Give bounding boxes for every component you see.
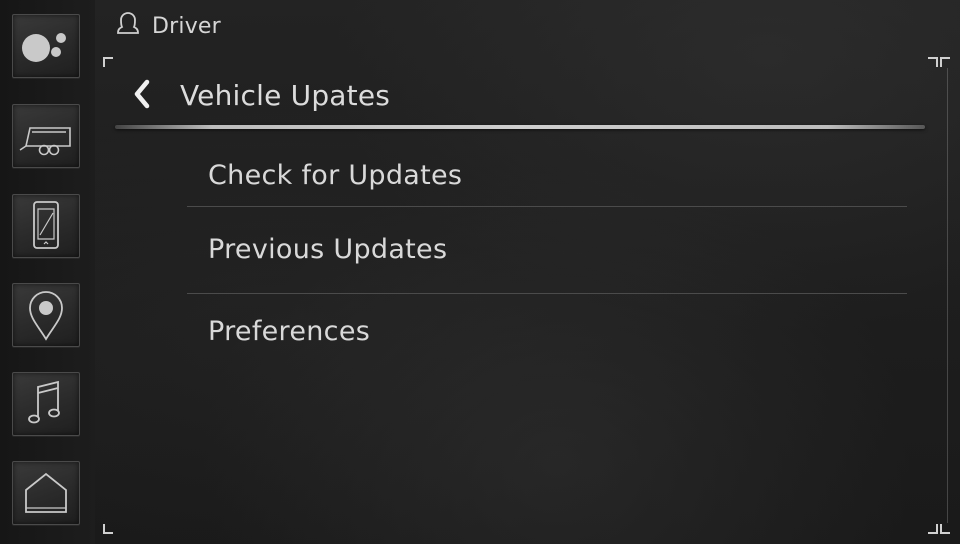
- profile-indicator[interactable]: Driver: [114, 10, 221, 42]
- sidebar-item-apps[interactable]: [12, 14, 80, 78]
- frame-corner: [928, 57, 938, 67]
- title-divider: [115, 125, 925, 129]
- sidebar-item-home[interactable]: [12, 461, 80, 525]
- sidebar-item-trailer[interactable]: [12, 104, 80, 168]
- phone-icon: [26, 199, 66, 253]
- trailer-icon: [18, 114, 74, 158]
- map-pin-icon: [24, 288, 68, 342]
- sidebar-item-phone[interactable]: [12, 194, 80, 258]
- menu-item-label: Preferences: [208, 316, 371, 347]
- frame-corner: [928, 524, 938, 534]
- back-button[interactable]: [122, 74, 162, 118]
- menu-item-check-for-updates[interactable]: Check for Updates: [187, 148, 907, 206]
- sidebar-item-media[interactable]: [12, 372, 80, 436]
- scroll-track[interactable]: [947, 68, 948, 523]
- frame-corner: [103, 524, 113, 534]
- menu-item-preferences[interactable]: Preferences: [187, 294, 907, 374]
- profile-label: Driver: [152, 13, 221, 39]
- music-note-icon: [24, 377, 68, 431]
- sidebar-item-navigation[interactable]: [12, 283, 80, 347]
- home-icon: [18, 468, 74, 518]
- menu-item-label: Previous Updates: [208, 234, 448, 265]
- frame-corner: [103, 57, 113, 67]
- frame-corner: [940, 524, 950, 534]
- person-silhouette-icon: [114, 11, 142, 41]
- frame-corner: [940, 57, 950, 67]
- apps-bubbles-icon: [18, 24, 74, 68]
- page-title: Vehicle Upates: [180, 79, 391, 112]
- menu-item-label: Check for Updates: [208, 160, 463, 191]
- vehicle-updates-screen: Driver Vehicle Upates Check for Updates …: [0, 0, 960, 544]
- menu-item-previous-updates[interactable]: Previous Updates: [187, 207, 907, 293]
- sidebar: [0, 0, 95, 544]
- chevron-left-icon: [131, 77, 153, 115]
